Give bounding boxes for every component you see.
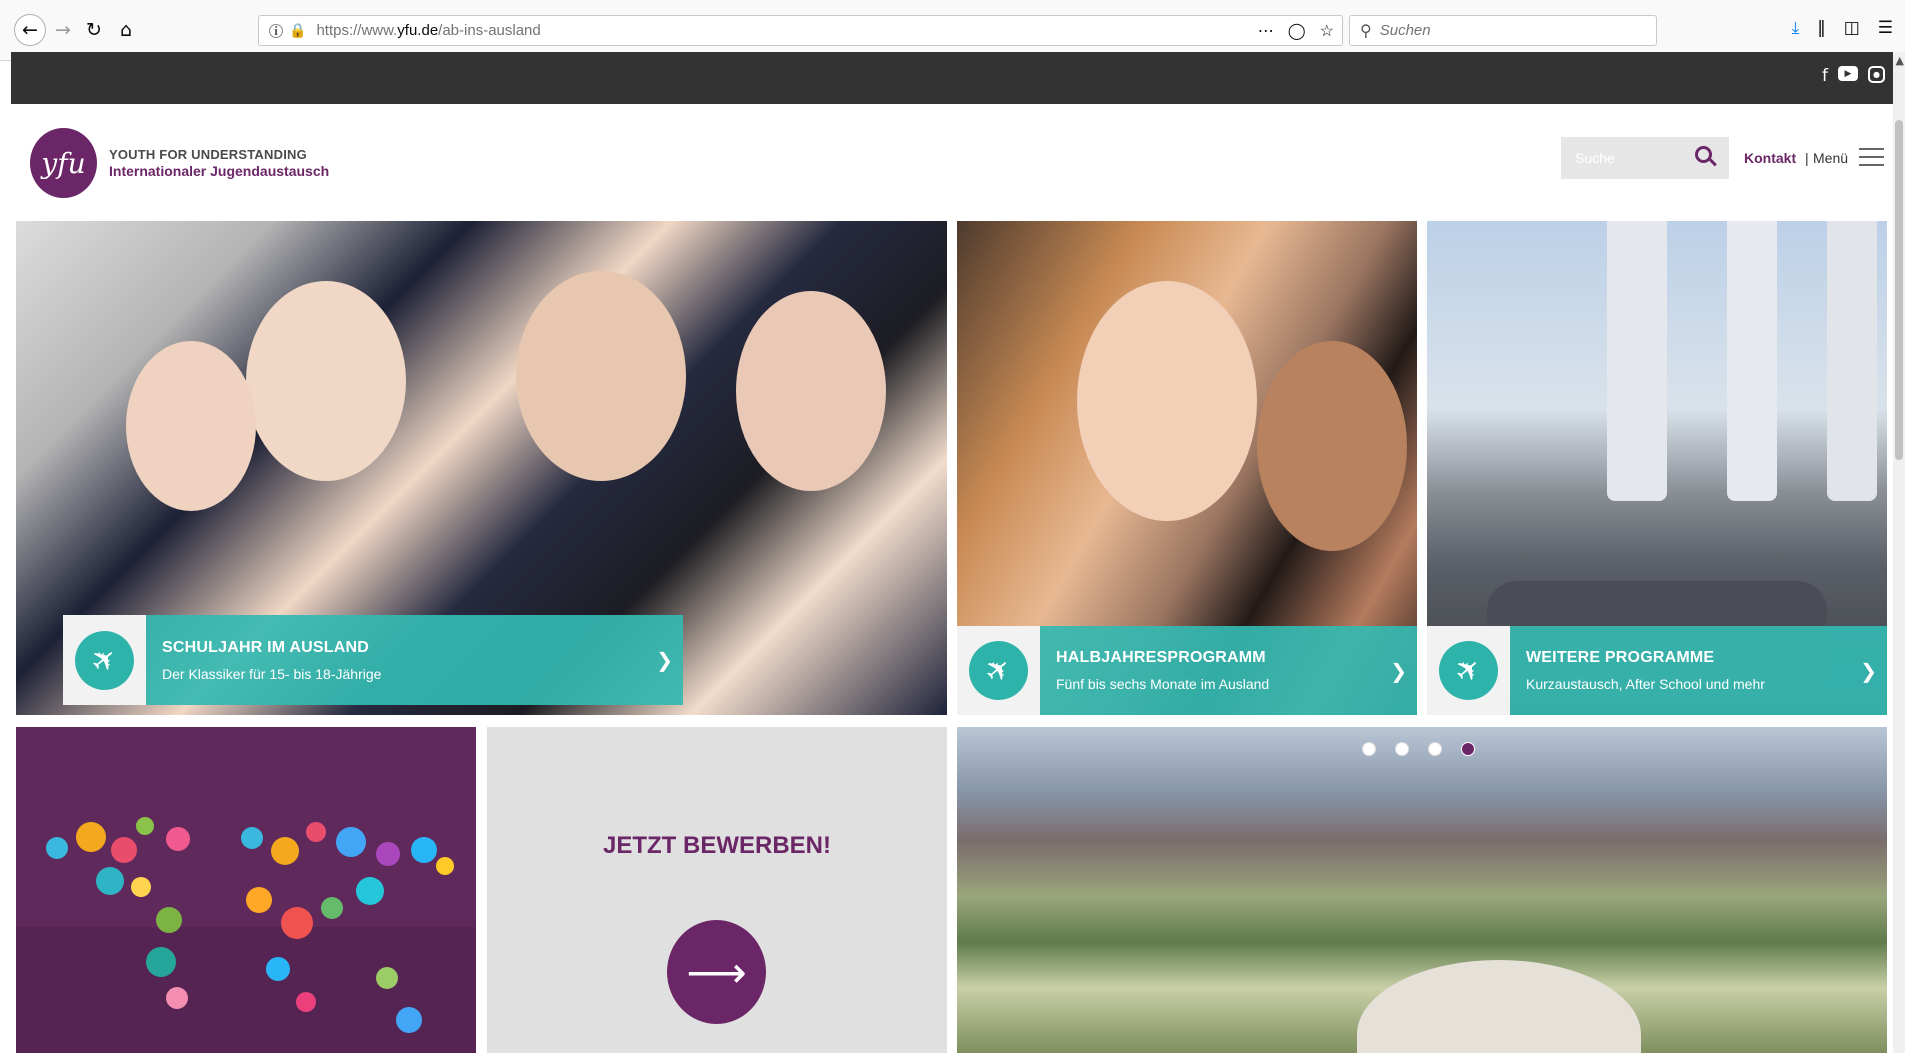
logo-subtitle[interactable]: Internationaler Jugendaustausch: [109, 163, 329, 179]
apply-arrow-button[interactable]: ⟶: [667, 920, 766, 1024]
search-icon: ⚲: [1360, 22, 1372, 40]
plane-icon: ✈: [62, 618, 147, 702]
youtube-icon[interactable]: ▶: [1838, 66, 1858, 81]
tile-school-year[interactable]: ✈ SCHULJAHR IM AUSLAND Der Klassiker für…: [16, 221, 947, 715]
plane-icon: ✈: [957, 628, 1041, 713]
menu-link[interactable]: Menü: [1813, 150, 1848, 166]
chevron-right-icon: ❯: [1860, 658, 1877, 683]
caption-icon-box: ✈: [62, 615, 147, 705]
slider-dot-1[interactable]: [1362, 742, 1376, 756]
scroll-thumb[interactable]: [1895, 120, 1903, 460]
tile-half-year[interactable]: ✈ HALBJAHRESPROGRAMM Fünf bis sechs Mona…: [957, 221, 1417, 715]
menu-separator: |: [1805, 150, 1809, 166]
world-map-tile[interactable]: [16, 727, 476, 1053]
caption-icon-box: ✈: [957, 626, 1041, 715]
url-text[interactable]: https://www.yfu.de/ab-ins-ausland: [316, 22, 540, 39]
yfu-logo[interactable]: yfu: [30, 128, 97, 198]
home-icon[interactable]: ⌂: [110, 14, 142, 46]
logo-title[interactable]: YOUTH FOR UNDERSTANDING: [109, 147, 307, 162]
slider-dots: [1362, 742, 1475, 756]
back-icon[interactable]: ←: [14, 14, 46, 46]
apply-tile[interactable]: JETZT BEWERBEN! ⟶: [487, 727, 947, 1053]
caption-half-year[interactable]: ✈ HALBJAHRESPROGRAMM Fünf bis sechs Mona…: [957, 626, 1417, 715]
world-map-graphic: [16, 727, 476, 1053]
reload-icon[interactable]: ↻: [78, 14, 110, 46]
page-actions-icon[interactable]: ⋯: [1258, 21, 1274, 41]
library-icon[interactable]: ‖: [1817, 18, 1826, 38]
browser-search-input[interactable]: ⚲ Suchen: [1349, 15, 1657, 46]
apply-title: JETZT BEWERBEN!: [603, 832, 831, 859]
caption-subtitle: Der Klassiker für 15- bis 18-Jährige: [162, 665, 382, 682]
caption-subtitle: Fünf bis sechs Monate im Ausland: [1056, 676, 1270, 692]
hamburger-icon[interactable]: [1859, 148, 1884, 166]
caption-icon-box: ✈: [1427, 626, 1511, 715]
site-search-box: [1561, 137, 1729, 179]
plane-icon: ✈: [1427, 628, 1511, 713]
address-bar[interactable]: i 🔒 https://www.yfu.de/ab-ins-ausland ⋯ …: [258, 15, 1343, 46]
site-info-icon[interactable]: i: [269, 23, 283, 38]
caption-more-programs[interactable]: ✈ WEITERE PROGRAMME Kurzaustausch, After…: [1427, 626, 1887, 715]
browser-search-placeholder: Suchen: [1379, 22, 1431, 39]
search-icon[interactable]: [1695, 146, 1717, 168]
facebook-icon[interactable]: f: [1822, 66, 1828, 86]
chevron-right-icon: ❯: [1390, 658, 1407, 683]
forward-icon[interactable]: →: [47, 14, 79, 46]
caption-title: HALBJAHRESPROGRAMM: [1056, 649, 1266, 666]
pocket-icon[interactable]: ◯: [1288, 21, 1306, 41]
slider-dot-4[interactable]: [1461, 742, 1475, 756]
tile-more-programs[interactable]: ✈ WEITERE PROGRAMME Kurzaustausch, After…: [1427, 221, 1887, 715]
download-icon[interactable]: ⤓: [1792, 18, 1800, 38]
instagram-icon[interactable]: ●: [1868, 66, 1885, 83]
caption-subtitle: Kurzaustausch, After School und mehr: [1526, 676, 1765, 692]
contact-link[interactable]: Kontakt: [1744, 150, 1796, 166]
chevron-right-icon: ❯: [656, 648, 673, 672]
bookmark-star-icon[interactable]: ☆: [1320, 21, 1334, 41]
site-search-input[interactable]: [1575, 150, 1695, 166]
slider-dot-2[interactable]: [1395, 742, 1409, 756]
lock-icon[interactable]: 🔒: [289, 22, 306, 39]
hamburger-menu-icon[interactable]: ☰: [1878, 18, 1893, 38]
caption-title: SCHULJAHR IM AUSLAND: [162, 638, 369, 656]
social-strip: f ▶ ●: [11, 52, 1893, 104]
page-scrollbar[interactable]: [1893, 52, 1905, 1053]
sidebar-icon[interactable]: ◫: [1844, 18, 1860, 38]
caption-title: WEITERE PROGRAMME: [1526, 649, 1715, 666]
slider-dot-3[interactable]: [1428, 742, 1442, 756]
caption-school-year[interactable]: ✈ SCHULJAHR IM AUSLAND Der Klassiker für…: [62, 615, 683, 705]
scroll-up-icon[interactable]: ▲: [1896, 54, 1904, 67]
